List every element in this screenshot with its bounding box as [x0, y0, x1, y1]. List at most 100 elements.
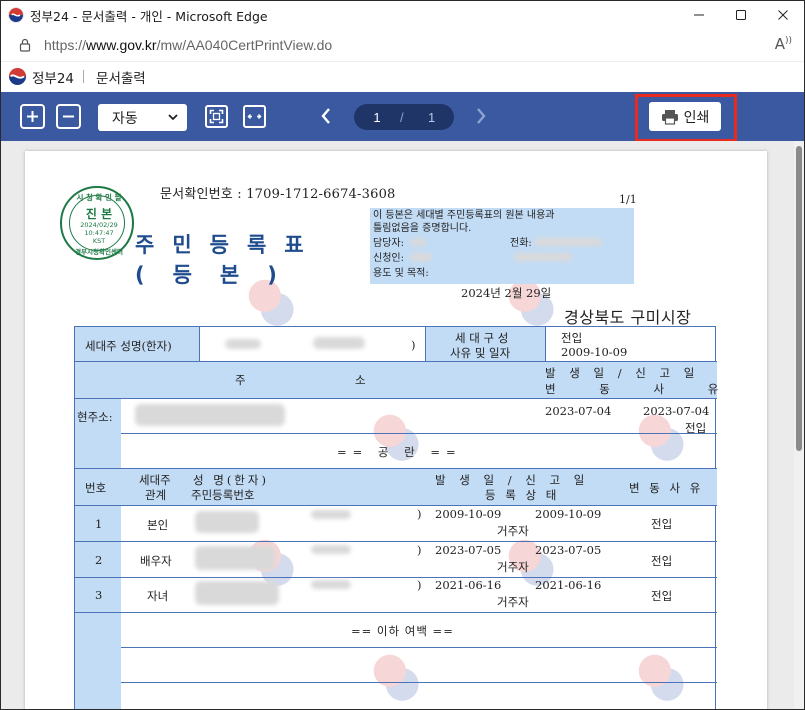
lock-icon[interactable]: [18, 38, 32, 52]
zoom-value: 자동: [112, 110, 138, 127]
next-page-button[interactable]: [474, 105, 488, 127]
col-dates-2: 등 록 상 태: [485, 488, 560, 502]
member-occur-date: 2023-07-05: [435, 543, 502, 557]
zoom-in-button[interactable]: [20, 104, 45, 129]
close-button[interactable]: [762, 1, 804, 29]
member-reason: 전입: [651, 554, 673, 568]
issuing-office: 경상북도 구미시장: [564, 308, 692, 327]
fit-page-icon: [209, 109, 224, 124]
member-status: 거주자: [497, 560, 529, 574]
date-header-1: 발 생 일 / 신 고 일: [545, 366, 700, 380]
url-text[interactable]: https://www.gov.kr/mw/AA040CertPrintView…: [44, 37, 332, 53]
composition-reason-label-2: 사유 및 일자: [450, 346, 511, 360]
fit-page-button[interactable]: [205, 105, 228, 128]
redacted-hanja: [311, 545, 351, 554]
zoom-select[interactable]: 자동: [98, 104, 187, 131]
gov-logo-icon: [8, 7, 24, 23]
member-paren: ): [417, 578, 422, 592]
col-dates-1: 발 생 일 / 신 고 일: [435, 473, 590, 487]
composition-reason: 전입: [561, 331, 583, 345]
printer-icon: [661, 109, 678, 125]
redacted-head-name: [225, 339, 261, 349]
redacted-head-hanja: [313, 337, 365, 349]
member-report-date: 2009-10-09: [535, 507, 602, 521]
read-aloud-icon[interactable]: A)): [775, 35, 792, 53]
page-separator: /: [400, 109, 404, 125]
member-reason: 전입: [651, 589, 673, 603]
chevron-right-icon: [477, 108, 486, 124]
redacted-address: [135, 404, 285, 426]
col-no: 번호: [85, 481, 107, 495]
member-occur-date: 2009-10-09: [435, 507, 502, 521]
address-change-reason: 전입: [685, 421, 707, 435]
plus-icon: [27, 111, 38, 122]
composition-date: 2009-10-09: [561, 345, 628, 359]
member-occur-date: 2021-06-16: [435, 578, 502, 592]
redacted-name: [195, 511, 259, 533]
seal-date: 2024/02/29: [80, 221, 118, 229]
seal-mid-text: 진 본: [85, 207, 113, 221]
col-relation-1: 세대주: [139, 473, 171, 487]
current-page-input[interactable]: 1: [371, 110, 383, 125]
member-no: 1: [95, 517, 103, 531]
member-reason: 전입: [651, 517, 673, 531]
print-label: 인쇄: [683, 109, 710, 126]
site-name[interactable]: 정부24: [32, 67, 74, 87]
member-status: 거주자: [497, 524, 529, 538]
redacted-name: [195, 581, 279, 605]
page-count: 1/1: [619, 193, 637, 206]
certification-box: 이 등본은 세대별 주민등록표의 원본 내용과 틀림없음을 증명합니다. 담당자…: [370, 208, 634, 284]
redacted-applicant: [410, 253, 432, 261]
scrollbar-thumb[interactable]: [796, 146, 802, 451]
prev-page-button[interactable]: [319, 105, 333, 127]
chevron-left-icon: [321, 108, 330, 124]
browser-window: 정부24 - 문서출력 - 개인 - Microsoft Edge https:…: [0, 0, 805, 710]
document-page: 시 청 확 인 필 진 본 2024/02/29 10:47:47 KST 경부…: [25, 151, 767, 709]
site-header: 정부24 문서출력: [1, 61, 804, 91]
page-indicator: 1 / 1: [354, 104, 454, 130]
members-header-bg: [75, 468, 717, 505]
member-no: 3: [95, 588, 103, 602]
address-occur-date: 2023-07-04: [545, 404, 612, 418]
address-col-label-1: 주: [235, 373, 246, 387]
maximize-button[interactable]: [720, 1, 762, 29]
col-reason: 변 동 사 유: [629, 481, 704, 495]
redacted-applicant-id: [514, 253, 572, 261]
redacted-name: [195, 546, 275, 570]
cert-line-1: 이 등본은 세대별 주민등록표의 원본 내용과: [373, 210, 555, 221]
redacted-hanja: [311, 580, 351, 589]
cert-phone-label: 전화:: [510, 238, 532, 249]
redacted-hanja: [311, 510, 351, 519]
address-bar[interactable]: https://www.gov.kr/mw/AA040CertPrintView…: [1, 29, 804, 61]
fit-width-button[interactable]: [243, 105, 266, 128]
head-paren: ): [411, 338, 416, 352]
zoom-out-button[interactable]: [56, 104, 81, 129]
issue-date: 2024년 2월 29일: [461, 286, 552, 300]
gov-emblem-icon: [8, 67, 27, 86]
col-name-1: 성 명(한자): [193, 473, 269, 487]
close-icon: [778, 10, 788, 20]
minimize-button[interactable]: [678, 1, 720, 29]
document-viewer[interactable]: 시 청 확 인 필 진 본 2024/02/29 10:47:47 KST 경부…: [1, 141, 804, 709]
print-button[interactable]: 인쇄: [649, 102, 721, 131]
verification-seal: 시 청 확 인 필 진 본 2024/02/29 10:47:47 KST 경부…: [60, 186, 134, 260]
address-report-date: 2023-07-04: [643, 404, 710, 418]
member-status: 거주자: [497, 595, 529, 609]
doc-subtitle: (등본): [135, 263, 305, 287]
doc-title: 주민등록표: [135, 233, 322, 257]
cert-purpose-label: 용도 및 목적:: [373, 268, 429, 279]
member-no: 2: [95, 553, 103, 567]
divider: [83, 70, 85, 83]
address-col-label-2: 소: [355, 373, 366, 387]
fit-width-icon: [247, 113, 262, 120]
window-title: 정부24 - 문서출력 - 개인 - Microsoft Edge: [30, 8, 268, 24]
window-controls: [678, 1, 804, 29]
vertical-scrollbar[interactable]: [794, 141, 804, 709]
date-header-2: 변 동 사 유: [545, 382, 739, 396]
col-relation-2: 관계: [145, 488, 167, 502]
current-address-label: 현주소:: [77, 410, 113, 424]
member-relation: 배우자: [140, 554, 172, 568]
seal-tz: KST: [92, 237, 106, 245]
minus-icon: [63, 115, 74, 118]
seal-bottom-text: 경부시청확인센터: [75, 248, 123, 256]
